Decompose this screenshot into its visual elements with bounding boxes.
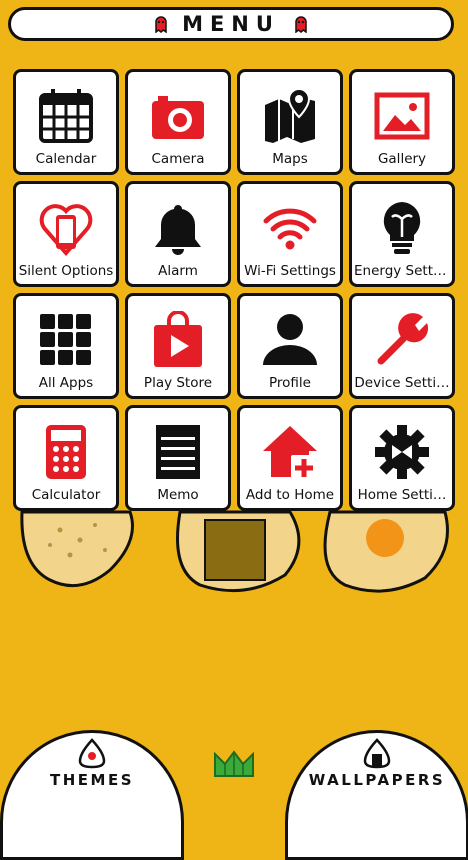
- person-icon: [263, 314, 317, 365]
- bell-icon: [155, 205, 201, 255]
- rice-ball-icon: [78, 738, 106, 769]
- app-tile-maps[interactable]: Maps: [237, 69, 343, 175]
- app-tile-all-apps[interactable]: All Apps: [13, 293, 119, 399]
- app-tile-wifi-settings[interactable]: Wi-Fi Settings: [237, 181, 343, 287]
- app-tile-gallery[interactable]: Gallery: [349, 69, 455, 175]
- app-tile-play-store[interactable]: Play Store: [125, 293, 231, 399]
- page-title: MENU: [182, 12, 280, 36]
- app-label: Add to Home: [245, 487, 335, 503]
- rice-ball-illustration: [20, 510, 449, 593]
- wallpapers-label: WALLPAPERS: [308, 771, 446, 789]
- app-label: Alarm: [158, 263, 198, 279]
- app-label: Memo: [157, 487, 199, 503]
- themes-label: THEMES: [49, 771, 134, 789]
- app-label: Camera: [151, 151, 205, 167]
- app-tile-memo[interactable]: Memo: [125, 405, 231, 511]
- calculator-icon: [46, 425, 86, 479]
- app-tile-device-settings[interactable]: Device Setti…: [349, 293, 455, 399]
- app-label: Gallery: [377, 151, 427, 167]
- add-home-icon: [263, 426, 317, 481]
- wallpapers-button[interactable]: WALLPAPERS: [285, 730, 468, 860]
- themes-button[interactable]: THEMES: [0, 730, 184, 860]
- memo-icon: [156, 425, 200, 479]
- app-label: Silent Options: [18, 263, 114, 279]
- app-tile-calendar[interactable]: Calendar: [13, 69, 119, 175]
- wifi-icon: [263, 208, 317, 250]
- map-icon: [265, 87, 315, 143]
- camera-icon: [152, 96, 204, 139]
- grid-icon: [40, 314, 91, 365]
- rice-ball-icon: [363, 738, 391, 769]
- app-tile-home-settings[interactable]: Home Setti…: [349, 405, 455, 511]
- app-label: Device Setti…: [354, 375, 450, 391]
- wrench-icon: [377, 313, 429, 365]
- app-tile-calculator[interactable]: Calculator: [13, 405, 119, 511]
- app-label: Energy Setti…: [354, 263, 450, 279]
- app-label: Maps: [272, 151, 308, 167]
- menu-header: MENU: [8, 7, 454, 41]
- app-tile-alarm[interactable]: Alarm: [125, 181, 231, 287]
- app-tile-add-to-home[interactable]: Add to Home: [237, 405, 343, 511]
- lightbulb-icon: [383, 202, 421, 254]
- app-grid: Calendar Camera Maps Gallery Silent Opti…: [13, 69, 455, 511]
- app-label: Play Store: [143, 375, 213, 391]
- ghost-icon: [295, 16, 307, 33]
- calendar-icon: [39, 89, 93, 143]
- app-label: Wi-Fi Settings: [244, 263, 336, 279]
- gear-icon: [375, 425, 429, 479]
- app-label: All Apps: [38, 375, 94, 391]
- app-tile-profile[interactable]: Profile: [237, 293, 343, 399]
- app-label: Calendar: [35, 151, 97, 167]
- app-label: Profile: [269, 375, 311, 391]
- crown-icon: [214, 750, 254, 777]
- heart-phone-icon: [39, 204, 93, 257]
- gallery-icon: [374, 92, 430, 140]
- app-label: Home Setti…: [357, 487, 447, 503]
- app-tile-silent-options[interactable]: Silent Options: [13, 181, 119, 287]
- store-bag-icon: [154, 311, 202, 367]
- ghost-icon: [155, 16, 167, 33]
- app-tile-energy-settings[interactable]: Energy Setti…: [349, 181, 455, 287]
- app-tile-camera[interactable]: Camera: [125, 69, 231, 175]
- app-label: Calculator: [31, 487, 101, 503]
